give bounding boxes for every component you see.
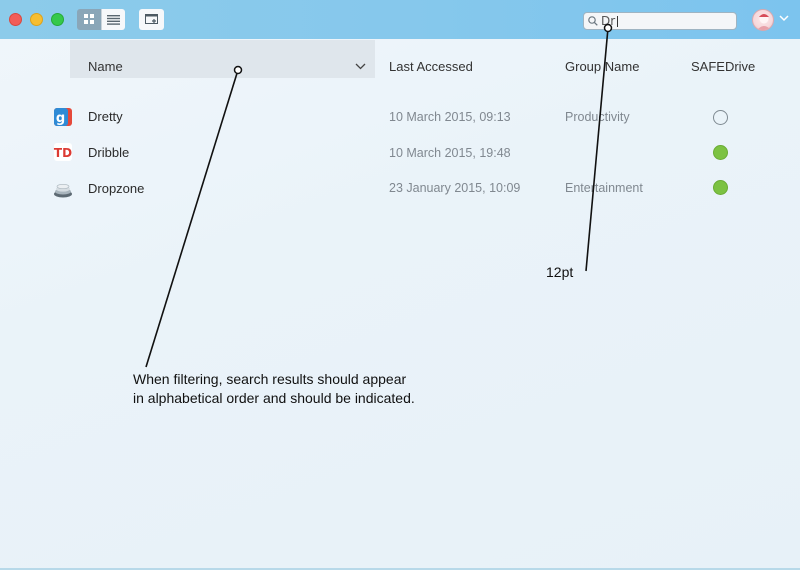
annotation-filter-note-line2: in alphabetical order and should be indi… [133,390,415,406]
annotation-filter-note: When filtering, search results should ap… [133,370,415,408]
annotation-search-font-size: 12pt [546,264,574,280]
annotation-filter-note-line1: When filtering, search results should ap… [133,371,407,387]
annotation-callout-lines [145,23,613,368]
